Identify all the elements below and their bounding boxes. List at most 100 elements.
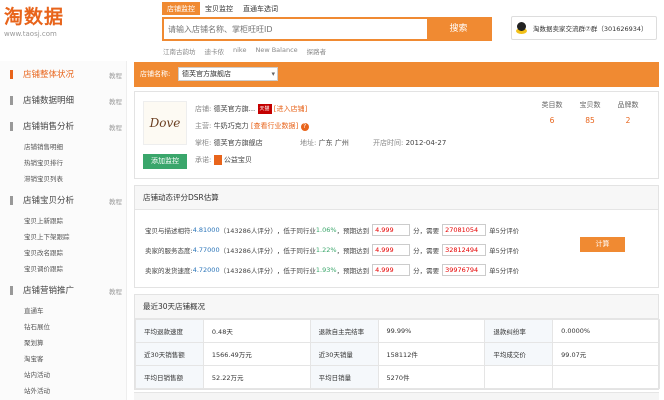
sidebar-item[interactable]: 店铺销售明细 [0,139,126,155]
sidebar-group-sales[interactable]: 店铺销售分析 教程 [0,113,126,139]
stat-value: 2 [625,116,631,125]
promise-value: 公益宝贝 [223,156,252,164]
site-logo[interactable]: 淘数据 www.taosj.com [4,6,84,38]
metric-value [552,365,660,389]
dsr-need-value: 27081054 [442,223,487,236]
sidebar-item[interactable]: 滞销宝贝列表 [0,171,126,187]
metric-value: 99.07元 [552,342,660,366]
hot-keyword[interactable]: New Balance [255,46,297,56]
sidebar-group-overall[interactable]: 店铺整体状况 教程 [0,61,126,87]
metric-value: 52.22万元 [202,365,311,389]
tutorial-link[interactable]: 教程 [109,96,122,106]
sidebar-group-data-detail[interactable]: 店铺数据明细 教程 [0,87,126,113]
stat-brands: 品牌数 2 [609,100,647,125]
tutorial-link[interactable]: 教程 [109,122,122,132]
dsr-target-label: ，预期达到 [336,266,370,275]
tutorial-link[interactable]: 教程 [109,70,122,80]
dsr-tail: 单5分评价 [489,266,520,275]
sidebar-item[interactable]: 站外活动 [0,383,126,399]
dsr-need-label: 分，需要 [413,246,440,255]
shop-info-panel: Dove 添加监控 店铺: 德芙官方旗... 天猫 [进入店铺] 主营: 牛奶巧… [134,91,659,179]
dsr-reviews: （143286人评分） [219,226,277,235]
metric-label: 平均日销量 [309,365,379,389]
tab-item-monitor[interactable]: 宝贝监控 [200,2,238,15]
hot-keyword[interactable]: 探路者 [307,46,327,56]
shop-stats: 类目数 6 宝贝数 85 品牌数 2 [533,100,647,125]
overview-panel: 最近30天店铺概况 平均退款速度 0.48天 退款自主完结率 99.99% 退款… [134,294,660,390]
metric-label: 平均退款速度 [135,319,204,343]
sidebar-item[interactable]: 聚划算 [0,335,126,351]
tutorial-link[interactable]: 教程 [109,286,122,296]
sidebar-item[interactable]: 热销宝贝排行 [0,155,126,171]
metric-value: 158112件 [377,342,486,366]
metric-value: 1566.49万元 [202,342,311,366]
opened-value: 2012-04-27 [405,139,447,147]
dsr-target-input[interactable]: 4.999 [372,243,411,256]
sidebar-item[interactable]: 站内活动 [0,367,126,383]
promise-label: 承诺: [195,156,212,164]
shop-select-label: 店铺名称: [140,70,171,78]
search-button[interactable]: 搜索 [427,19,490,39]
logo-url: www.taosj.com [4,30,57,38]
table-row: 近30天销售额 1566.49万元 近30天销量 158112件 平均成交价 9… [135,342,660,366]
table-row: 平均退款速度 0.48天 退款自主完结率 99.99% 退款纠纷率 0.0000… [135,319,660,343]
dsr-score: 4.72000 [192,265,220,274]
sidebar-item[interactable]: 钻石展位 [0,319,126,335]
sidebar-group-title: 店铺销售分析 [23,122,75,132]
stat-label: 宝贝数 [579,101,601,109]
qq-penguin-icon [516,22,527,34]
help-icon[interactable]: ? [300,123,309,131]
qq-group-link[interactable]: 淘数据卖家交流群⑦群（301626934） [511,16,657,40]
shop-name: 德芙官方旗... [213,105,256,113]
group-marker [10,195,13,205]
tab-shop-monitor[interactable]: 店铺监控 [162,2,200,15]
shop-select-value: 德芙官方旗舰店 [182,70,231,78]
sidebar-group-items[interactable]: 店铺宝贝分析 教程 [0,187,126,213]
stat-label: 类目数 [541,101,563,109]
tab-keyword-select[interactable]: 直通车选词 [238,2,283,15]
dsr-compare: ，低于同行业 [276,226,316,235]
dsr-reviews: （143286人评分） [219,266,277,275]
metric-label: 平均日销售额 [135,365,204,389]
shop-select[interactable]: 德芙官方旗舰店 ▾ [178,67,278,81]
hot-keywords: 江南古韵坊 迪卡侬 nike New Balance 探路者 [163,46,326,56]
chevron-down-icon: ▾ [271,70,275,78]
search-input[interactable] [164,19,426,39]
hot-keyword[interactable]: nike [233,46,246,56]
metric-label: 平均成交价 [484,342,554,366]
dsr-row-service: 卖家的服务态度: 4.77000 （143286人评分） ，低于同行业 1.22… [145,243,519,256]
dsr-compare: ，低于同行业 [276,266,316,275]
add-monitor-button[interactable]: 添加监控 [143,154,187,169]
tutorial-link[interactable]: 教程 [109,196,122,206]
stat-categories: 类目数 6 [533,100,571,125]
hot-keyword[interactable]: 迪卡侬 [205,46,225,56]
stat-value: 85 [585,116,595,125]
sidebar-item[interactable]: 宝贝调价跟踪 [0,261,126,277]
keeper-label: 掌柜: [195,139,212,147]
sidebar-item[interactable]: 直通车 [0,303,126,319]
sidebar-item[interactable]: 宝贝改名跟踪 [0,245,126,261]
hot-keyword[interactable]: 江南古韵坊 [163,46,196,56]
sidebar-item[interactable]: 宝贝上下架跟踪 [0,229,126,245]
metric-value: 0.48天 [202,319,311,343]
enter-shop-link[interactable]: [进入店铺] [274,105,307,113]
sidebar-item[interactable]: 淘宝客 [0,351,126,367]
dsr-pct: 1.06% [315,225,337,234]
sidebar-item[interactable]: 宝贝上新跟踪 [0,213,126,229]
brand-logo: Dove [143,101,187,145]
charity-icon [213,155,222,165]
dsr-label: 卖家的服务态度: [145,246,193,255]
metric-label [484,365,554,389]
calculate-button[interactable]: 计算 [580,237,625,252]
dsr-target-input[interactable]: 4.999 [372,223,411,236]
dsr-target-input[interactable]: 4.999 [372,263,411,276]
industry-data-link[interactable]: [查看行业数据] [251,122,298,130]
dsr-target-label: ，预期达到 [336,246,370,255]
sidebar-group-marketing[interactable]: 店铺营销推广 教程 [0,277,126,303]
metric-value: 0.0000% [552,319,660,343]
shop-name-row: 店铺: 德芙官方旗... 天猫 [进入店铺] [195,104,307,114]
dsr-need-value: 32812494 [442,243,487,256]
stat-items: 宝贝数 85 [571,100,609,125]
table-row: 平均日销售额 52.22万元 平均日销量 5270件 [135,365,660,389]
dsr-score: 4.81000 [192,225,220,234]
